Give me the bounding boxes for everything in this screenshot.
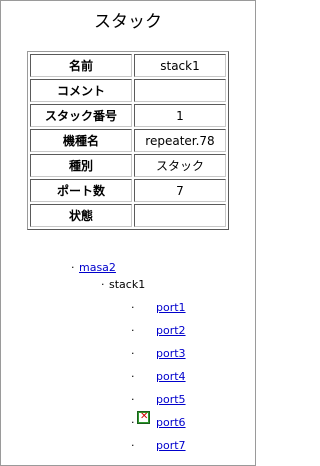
port-status-warning-icon[interactable]: ✕ [137, 411, 150, 424]
tree-node-root: · masa2 [71, 261, 116, 275]
table-row: 名前 stack1 [30, 54, 226, 77]
port3-link[interactable]: port3 [156, 347, 186, 361]
port5-link[interactable]: port5 [156, 393, 186, 407]
port1-link[interactable]: port1 [156, 301, 186, 315]
port4-link[interactable]: port4 [156, 370, 186, 384]
status-mark-icon: ✕ [140, 411, 149, 422]
bullet-icon: · [131, 439, 135, 452]
bullet-icon: · [131, 393, 135, 406]
comment-value [134, 79, 226, 102]
bullet-icon: · [71, 261, 75, 274]
tree-node-port: · [131, 370, 139, 384]
name-label: 名前 [30, 54, 132, 77]
tree-node-port: · [131, 301, 139, 315]
port7-link[interactable]: port7 [156, 439, 186, 453]
stack-number-label: スタック番号 [30, 104, 132, 127]
table-row: 状態 [30, 204, 226, 227]
port-count-label: ポート数 [30, 179, 132, 202]
port-count-value: 7 [134, 179, 226, 202]
bullet-icon: · [131, 301, 135, 314]
bullet-icon: · [131, 370, 135, 383]
port2-link[interactable]: port2 [156, 324, 186, 338]
type-value: スタック [134, 154, 226, 177]
model-name-label: 機種名 [30, 129, 132, 152]
port6-link[interactable]: port6 [156, 416, 186, 430]
table-row: ポート数 7 [30, 179, 226, 202]
tree-node-stack: · stack1 [101, 278, 145, 292]
root-link[interactable]: masa2 [79, 261, 116, 274]
bullet-icon: · [101, 278, 105, 291]
bullet-icon: · [131, 347, 135, 360]
model-name-value: repeater.78 [134, 129, 226, 152]
stack-label: stack1 [109, 278, 146, 291]
bullet-icon: · [131, 324, 135, 337]
table-row: 機種名 repeater.78 [30, 129, 226, 152]
stack-number-value: 1 [134, 104, 226, 127]
table-row: スタック番号 1 [30, 104, 226, 127]
status-label: 状態 [30, 204, 132, 227]
table-row: 種別 スタック [30, 154, 226, 177]
page-title: スタック [94, 12, 162, 32]
stack-info-table: 名前 stack1 コメント スタック番号 1 機種名 repeater.78 … [27, 51, 229, 230]
comment-label: コメント [30, 79, 132, 102]
tree-node-port: · [131, 393, 139, 407]
status-value [134, 204, 226, 227]
type-label: 種別 [30, 154, 132, 177]
tree-node-port: · [131, 347, 139, 361]
table-row: コメント [30, 79, 226, 102]
tree-node-port: · [131, 439, 139, 453]
tree-node-port: · [131, 324, 139, 338]
name-value: stack1 [134, 54, 226, 77]
